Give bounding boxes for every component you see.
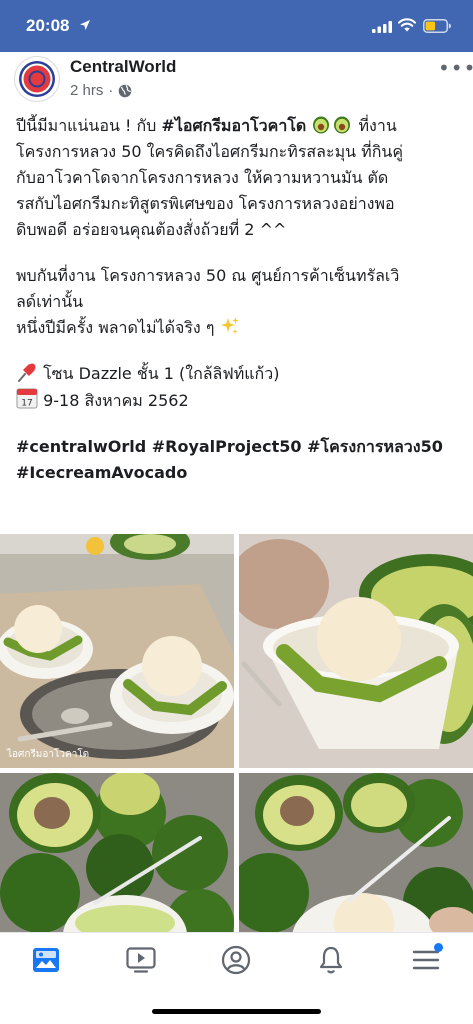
svg-text:17: 17	[21, 399, 32, 409]
photo-caption: ไอศกรีมอาโวคาโด	[7, 749, 90, 760]
menu-notification-dot	[434, 943, 443, 952]
wifi-icon	[398, 18, 416, 32]
globe-icon	[119, 84, 132, 97]
photo-4[interactable]	[239, 773, 473, 932]
meta-separator: ·	[108, 82, 114, 99]
tab-watch[interactable]	[123, 942, 159, 978]
post-text: ปีนี้มีมาแน่นอน ! กับ #ไอศกรีมอาโวคาโด ท…	[16, 113, 462, 486]
feed-icon	[33, 948, 59, 972]
photo-1[interactable]: ไอศกรีมอาโวคาโด	[0, 534, 234, 768]
post-line: ลด์เท่านั้น	[16, 292, 84, 311]
post-line: ปีนี้มีมาแน่นอน ! กับ #ไอศกรีมอาโวคาโด ท…	[16, 116, 397, 135]
tab-feed[interactable]	[28, 942, 64, 978]
photo-2[interactable]	[239, 534, 473, 768]
post-line: โซน Dazzle ชั้น 1 (ใกล้ลิฟท์แก้ว)	[16, 361, 462, 387]
photo-3[interactable]	[0, 773, 234, 932]
location-arrow-icon	[80, 20, 90, 30]
post-meta: 2 hrs ·	[70, 82, 132, 99]
more-options-button[interactable]: •••	[438, 56, 473, 80]
tab-profile[interactable]	[218, 942, 254, 978]
bell-icon	[319, 946, 343, 974]
avocado-emoji-icon	[313, 116, 351, 134]
sparkles-emoji-icon	[220, 317, 239, 334]
post-line: 17 9-18 สิงหาคม 2562	[16, 387, 462, 414]
profile-icon	[221, 945, 251, 975]
hashtags[interactable]: #IcecreamAvocado	[16, 460, 462, 486]
post-line: กับอาโวคาโดจากโครงการหลวง ให้ความหวานมัน…	[16, 168, 389, 187]
post-line: รสกับไอศกรีมกะทิสูตรพิเศษของ โครงการหลวง…	[16, 194, 395, 213]
signal-icon	[372, 21, 392, 33]
home-indicator	[152, 1009, 321, 1014]
post-line: พบกันที่งาน โครงการหลวง 50 ณ ศูนย์การค้า…	[16, 266, 400, 285]
post-line: ดิบพอดี อร่อยจนคุณต้องสั่งถ้วยที่ 2 ^^	[16, 220, 287, 239]
status-time: 20:08	[26, 16, 70, 35]
page-name[interactable]: CentralWorld	[70, 57, 176, 77]
tab-notifications[interactable]	[313, 942, 349, 978]
post-line: โครงการหลวง 50 ใครคิดถึงไอศกรีมกะทิรสละม…	[16, 142, 404, 161]
hashtag-link[interactable]: #ไอศกรีมอาโวคาโด	[161, 116, 306, 135]
status-bar: 20:08	[0, 0, 473, 52]
calendar-emoji-icon: 17	[16, 388, 38, 409]
pushpin-emoji-icon	[18, 363, 36, 382]
hashtags[interactable]: #centralwOrld #RoyalProject50 #โครงการหล…	[16, 434, 462, 460]
watch-icon	[126, 947, 156, 973]
post-time[interactable]: 2 hrs	[70, 82, 103, 99]
post-line: หนึ่งปีมีครั้ง พลาดไม่ได้จริง ๆ	[16, 315, 462, 341]
avatar[interactable]	[14, 56, 60, 102]
battery-icon	[423, 19, 451, 33]
